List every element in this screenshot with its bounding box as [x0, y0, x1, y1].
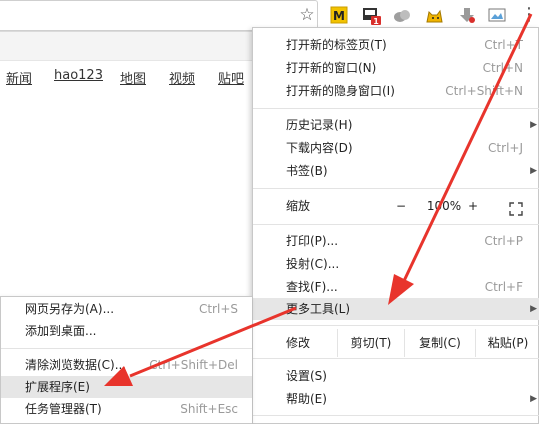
menu-divider	[253, 108, 539, 109]
cut-button[interactable]: 剪切(T)	[337, 329, 404, 357]
menu-divider	[253, 188, 539, 189]
svg-text:M: M	[333, 9, 345, 23]
menu-item-new-window[interactable]: 打开新的窗口(N) Ctrl+N	[253, 57, 539, 79]
chevron-right-icon: ▶	[530, 304, 537, 314]
menu-item-print[interactable]: 打印(P)... Ctrl+P	[253, 230, 539, 252]
submenu-item-task-manager[interactable]: 任务管理器(T) Shift+Esc	[1, 398, 252, 420]
menu-item-settings[interactable]: 设置(S)	[253, 365, 539, 387]
zoom-label: 缩放	[286, 199, 311, 213]
chevron-right-icon: ▶	[530, 120, 537, 130]
menu-zoom-row: 缩放 − 100% +	[253, 193, 539, 219]
nav-link-map[interactable]: 地图	[120, 68, 146, 87]
ext-cloud-icon[interactable]	[393, 6, 411, 24]
nav-link-hao123[interactable]: hao123	[54, 68, 103, 83]
svg-text:1: 1	[373, 17, 379, 26]
nav-link-news[interactable]: 新闻	[6, 68, 32, 87]
menu-item-bookmarks[interactable]: 书签(B) ▶	[253, 160, 539, 182]
ext-cat-icon[interactable]	[425, 6, 443, 24]
zoom-level: 100%	[426, 199, 462, 213]
nav-link-tieba[interactable]: 贴吧	[218, 68, 244, 87]
ext-badge-icon[interactable]: 1	[362, 6, 381, 26]
submenu-item-save-as[interactable]: 网页另存为(A)... Ctrl+S	[1, 298, 252, 320]
star-icon[interactable]: ☆	[298, 6, 316, 24]
ext-overlay-icon	[496, 18, 506, 26]
paste-button[interactable]: 粘贴(P)	[475, 329, 539, 357]
submenu-divider	[1, 348, 252, 349]
fullscreen-icon[interactable]	[509, 199, 523, 216]
menu-divider	[253, 224, 539, 225]
menu-item-downloads[interactable]: 下载内容(D) Ctrl+J	[253, 137, 539, 159]
chrome-main-menu: 打开新的标签页(T) Ctrl+T 打开新的窗口(N) Ctrl+N 打开新的隐…	[252, 27, 539, 424]
menu-item-find[interactable]: 查找(F)... Ctrl+F	[253, 276, 539, 298]
submenu-item-clear-browsing-data[interactable]: 清除浏览数据(C)... Ctrl+Shift+Del	[1, 354, 252, 376]
copy-button[interactable]: 复制(C)	[404, 329, 475, 357]
menu-item-cast[interactable]: 投射(C)...	[253, 253, 539, 275]
menu-divider	[253, 358, 539, 359]
ext-down-arrow-icon[interactable]	[458, 6, 476, 24]
more-tools-submenu: 网页另存为(A)... Ctrl+S 添加到桌面... 清除浏览数据(C)...…	[0, 296, 252, 424]
zoom-in-button[interactable]: +	[465, 193, 481, 219]
menu-edit-row: 修改 剪切(T) 复制(C) 粘贴(P)	[253, 329, 539, 357]
menu-item-more-tools[interactable]: 更多工具(L) ▶	[253, 298, 539, 320]
chevron-right-icon: ▶	[530, 166, 537, 176]
nav-link-video[interactable]: 视频	[169, 68, 195, 87]
menu-item-incognito[interactable]: 打开新的隐身窗口(I) Ctrl+Shift+N	[253, 80, 539, 102]
zoom-out-button[interactable]: −	[393, 193, 409, 219]
submenu-item-add-to-desktop[interactable]: 添加到桌面...	[1, 320, 252, 342]
chevron-right-icon: ▶	[530, 394, 537, 404]
menu-item-new-tab[interactable]: 打开新的标签页(T) Ctrl+T	[253, 34, 539, 56]
menu-divider	[253, 325, 539, 326]
menu-divider	[253, 415, 539, 416]
menu-item-history[interactable]: 历史记录(H) ▶	[253, 114, 539, 136]
submenu-item-extensions[interactable]: 扩展程序(E)	[1, 376, 252, 398]
more-vert-icon[interactable]: ⋮	[520, 4, 538, 26]
edit-label: 修改	[286, 336, 311, 350]
menu-item-help[interactable]: 帮助(E) ▶	[253, 388, 539, 410]
ext-m-icon[interactable]: M	[330, 6, 348, 24]
